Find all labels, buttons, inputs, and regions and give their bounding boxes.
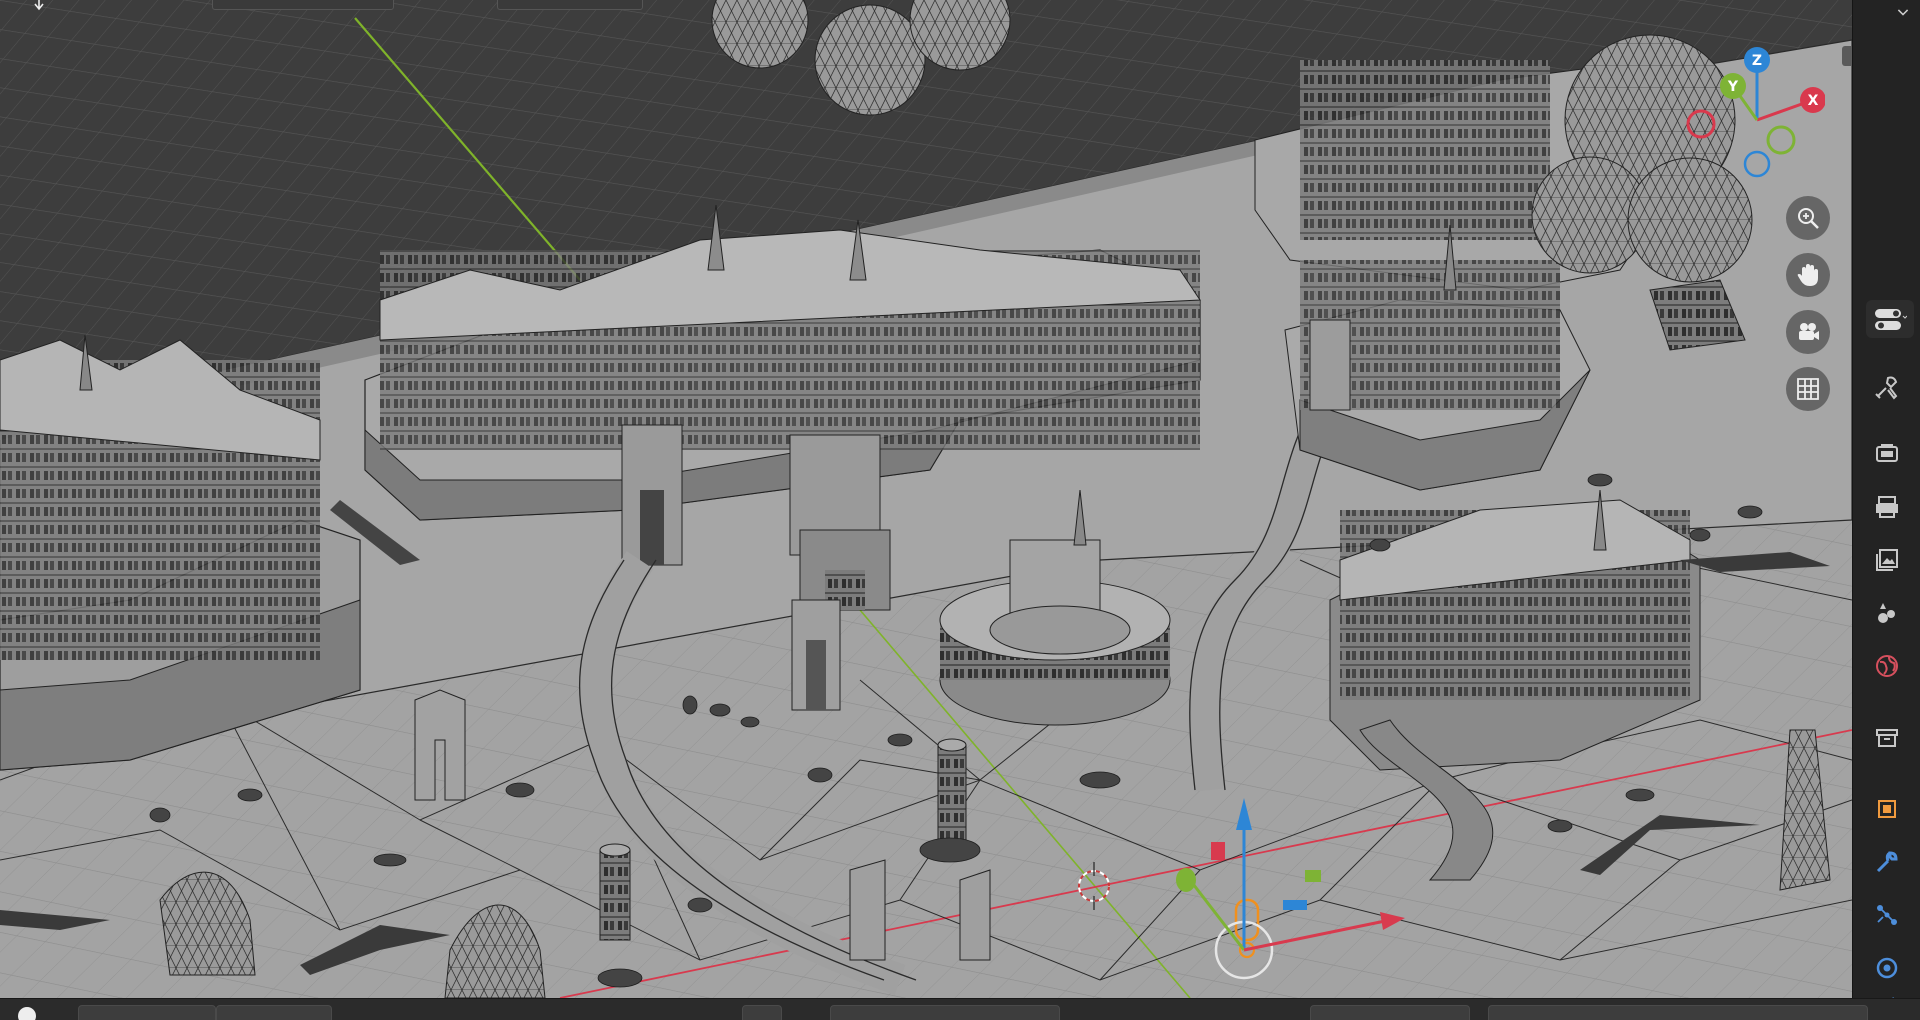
status-toggle[interactable] (742, 1005, 782, 1020)
3d-viewport[interactable]: Z Y X (0, 0, 1852, 998)
sidebar-collapse-tab[interactable] (1842, 46, 1852, 66)
x-axis-label: X (1808, 93, 1819, 109)
neg-z-axis-ball[interactable] (1743, 150, 1771, 178)
zoom-in-icon (1798, 208, 1819, 229)
properties-tab-collection[interactable] (1870, 721, 1904, 755)
status-field[interactable] (1310, 1005, 1470, 1020)
neg-y-axis-ball[interactable] (1766, 125, 1796, 155)
properties-tab-particles[interactable] (1870, 898, 1904, 932)
chevron-down-icon[interactable] (1893, 0, 1913, 30)
navigation-gizmo[interactable]: Z Y X (1665, 40, 1825, 190)
properties-tab-world[interactable] (1870, 649, 1904, 683)
arrow-down-icon[interactable] (34, 0, 44, 12)
viewport-header (0, 0, 1852, 14)
mouse-icon (18, 1007, 36, 1020)
pan-button[interactable] (1786, 253, 1830, 297)
y-axis-label: Y (1727, 79, 1739, 95)
grid-icon (1797, 378, 1819, 400)
scene-render[interactable] (0, 0, 1852, 998)
neg-x-axis-ball[interactable] (1686, 109, 1716, 139)
scene-icon (1878, 603, 1895, 623)
properties-tab-scene[interactable] (1870, 596, 1904, 630)
status-field[interactable] (1488, 1005, 1868, 1020)
physics-icon (1876, 957, 1898, 979)
status-button[interactable] (216, 1005, 332, 1020)
zoom-button[interactable] (1786, 196, 1830, 240)
properties-tab-modifiers[interactable] (1870, 845, 1904, 879)
camera-view-button[interactable] (1786, 310, 1830, 354)
world-icon (1876, 655, 1898, 677)
image-icon (1876, 549, 1898, 571)
status-button[interactable] (78, 1005, 216, 1020)
properties-tab-physics[interactable] (1870, 951, 1904, 985)
properties-tab-object[interactable] (1870, 792, 1904, 826)
z-axis-label: Z (1752, 53, 1762, 69)
render-icon (1876, 444, 1898, 462)
properties-tab-tool[interactable] (1870, 370, 1904, 404)
printer-icon (1876, 496, 1898, 518)
hand-icon (1797, 264, 1818, 286)
status-toggle-group[interactable] (830, 1005, 1060, 1020)
properties-tab-render[interactable] (1870, 436, 1904, 470)
wrench-icon (1876, 851, 1898, 873)
properties-options-toggle[interactable] (1866, 300, 1914, 338)
properties-tab-output[interactable] (1870, 490, 1904, 524)
tool-icon (1875, 376, 1898, 400)
header-dropdown[interactable] (212, 0, 394, 10)
toggle-icon (1875, 309, 1907, 330)
status-bar (0, 998, 1920, 1020)
collection-icon (1876, 729, 1898, 747)
properties-tab-view-layer[interactable] (1870, 543, 1904, 577)
camera-icon (1799, 323, 1819, 340)
particles-icon (1877, 905, 1897, 925)
header-dropdown-secondary[interactable] (497, 0, 643, 10)
object-icon (1878, 800, 1896, 818)
ortho-toggle-button[interactable] (1786, 367, 1830, 411)
